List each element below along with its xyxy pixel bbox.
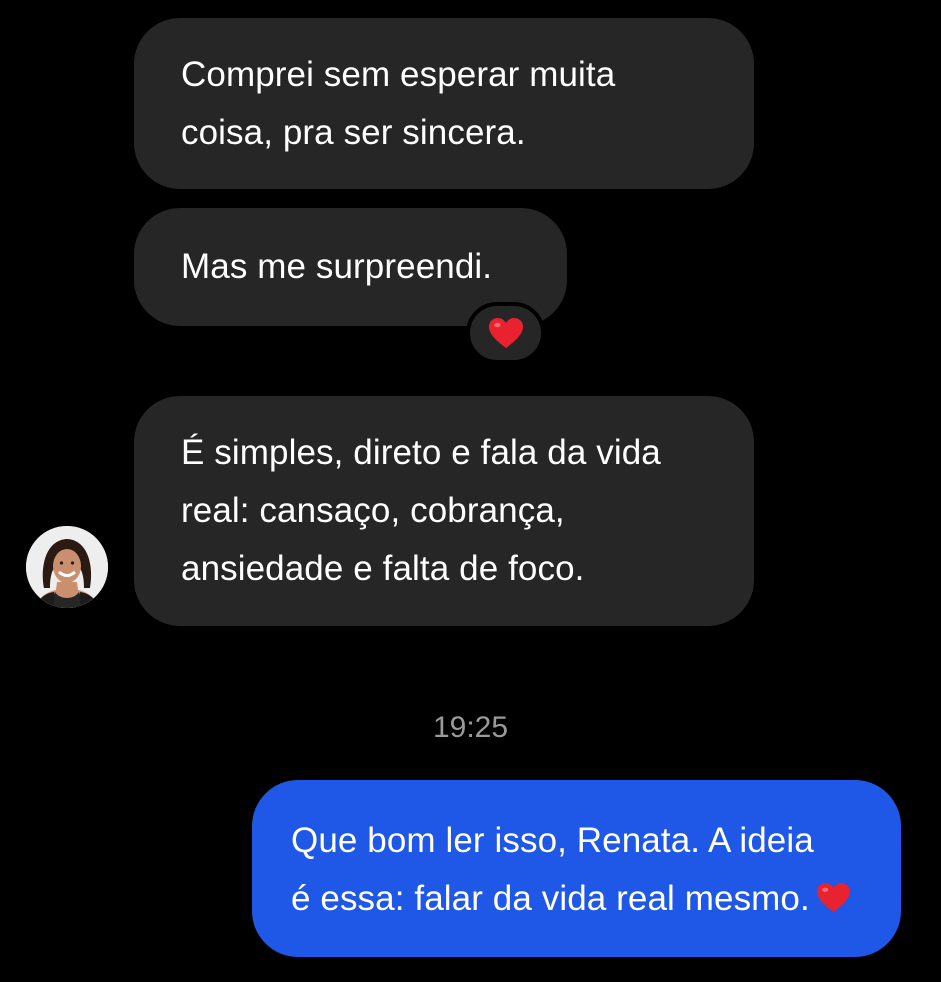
heart-icon [816, 882, 850, 913]
message-text-line: Comprei sem esperar muita [181, 55, 616, 94]
message-text-line: real: cansaço, cobrança, [181, 491, 565, 530]
message-text-line: ansiedade e falta de foco. [181, 549, 585, 588]
incoming-message-bubble[interactable]: Comprei sem esperar muita coisa, pra ser… [134, 18, 754, 189]
message-text-line: Mas me surpreendi. [181, 247, 493, 286]
outgoing-message-bubble[interactable]: Que bom ler isso, Renata. A ideia é essa… [252, 780, 901, 957]
message-timestamp: 19:25 [432, 711, 509, 744]
message-text-line: Que bom ler isso, Renata. A ideia [291, 821, 814, 860]
message-text-line-with-emoji: é essa: falar da vida real mesmo. [291, 870, 901, 928]
contact-avatar[interactable] [26, 526, 108, 608]
message-reaction[interactable] [466, 302, 545, 364]
incoming-message-bubble[interactable]: É simples, direto e fala da vida real: c… [134, 396, 754, 626]
heart-icon [488, 317, 523, 348]
message-text-line: É simples, direto e fala da vida [181, 433, 661, 472]
avatar-photo [26, 526, 108, 608]
message-text-line: coisa, pra ser sincera. [181, 113, 526, 152]
message-text: é essa: falar da vida real mesmo. [291, 879, 810, 918]
